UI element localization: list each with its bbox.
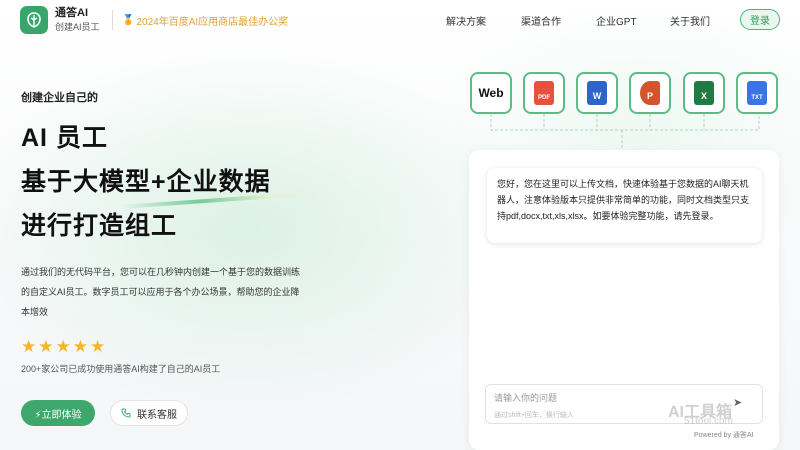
brand-name: 通答AI xyxy=(55,7,88,19)
excel-file-icon: X xyxy=(694,81,714,105)
brand: 通答AI 创建AI员工 xyxy=(55,7,100,33)
watermark-url: 51tool.com xyxy=(684,416,733,427)
txt-label: TXT xyxy=(751,95,763,101)
star-icon: ★ xyxy=(90,337,106,356)
medal-icon: 🏅 xyxy=(122,15,135,26)
excel-label: X xyxy=(700,91,707,101)
hero-headline-2: 基于大模型+企业数据 xyxy=(21,168,271,196)
top-header: 通答AI 创建AI员工 🏅 2024年百度AI应用商店最佳办公奖 解决方案 渠道… xyxy=(0,0,800,40)
connector-lines xyxy=(490,114,760,150)
login-button[interactable]: 登录 xyxy=(740,9,780,30)
social-proof: 200+家公司已成功使用通答AI构建了自己的AI员工 xyxy=(21,364,221,374)
txt-file-icon: TXT xyxy=(747,81,767,105)
nav-about-us[interactable]: 关于我们 xyxy=(670,13,710,28)
chat-greeting-bubble: 您好，您在这里可以上传文档，快速体验基于您数据的AI聊天机器人，注意体验版本只提… xyxy=(487,168,762,243)
hero-eyebrow: 创建企业自己的 xyxy=(21,92,98,104)
hero-headline-3: 进行打造组工 xyxy=(21,212,178,240)
award-banner: 🏅 2024年百度AI应用商店最佳办公奖 xyxy=(122,13,288,28)
rating-stars: ★ ★ ★ ★ ★ xyxy=(21,338,105,355)
award-text: 2024年百度AI应用商店最佳办公奖 xyxy=(136,17,289,28)
chat-input-hint: 通过shift+回车，换行输入 xyxy=(494,412,574,419)
send-icon[interactable]: ➤ xyxy=(733,396,747,410)
star-icon: ★ xyxy=(38,337,54,356)
nav-enterprise-gpt[interactable]: 企业GPT xyxy=(596,13,637,28)
tile-word: W xyxy=(576,72,618,114)
word-file-icon: W xyxy=(587,81,607,105)
tile-excel: X xyxy=(683,72,725,114)
nav-channel-partners[interactable]: 渠道合作 xyxy=(521,13,561,28)
powerpoint-file-icon: P xyxy=(640,81,660,105)
logo-icon[interactable] xyxy=(20,6,48,34)
hero-description: 通过我们的无代码平台，您可以在几秒钟内创建一个基于您的数据训练的自定义AI员工。… xyxy=(21,267,301,317)
web-icon: Web xyxy=(478,86,504,100)
header-divider xyxy=(112,10,113,30)
contact-support-label: 联系客服 xyxy=(137,409,177,421)
hero-headline-1: AI 员工 xyxy=(21,124,108,152)
brand-subtitle: 创建AI员工 xyxy=(55,22,100,32)
nav-solutions[interactable]: 解决方案 xyxy=(446,13,486,28)
chat-input-placeholder[interactable]: 请输入你的问题 xyxy=(494,391,557,404)
star-icon: ★ xyxy=(55,337,71,356)
try-now-button[interactable]: ⚡立即体验 xyxy=(21,400,95,426)
star-icon: ★ xyxy=(72,337,88,356)
word-label: W xyxy=(592,91,602,101)
tile-txt: TXT xyxy=(736,72,778,114)
tile-pdf: PDF xyxy=(523,72,565,114)
tile-web: Web xyxy=(470,72,512,114)
pdf-label: PDF xyxy=(538,95,550,101)
phone-icon xyxy=(121,408,131,418)
contact-support-button[interactable]: 联系客服 xyxy=(110,400,188,426)
powerpoint-label: P xyxy=(646,91,653,101)
pdf-file-icon: PDF xyxy=(534,81,554,105)
powered-by: Powered by 通答AI xyxy=(694,432,754,439)
tile-powerpoint: P xyxy=(629,72,671,114)
star-icon: ★ xyxy=(21,337,37,356)
